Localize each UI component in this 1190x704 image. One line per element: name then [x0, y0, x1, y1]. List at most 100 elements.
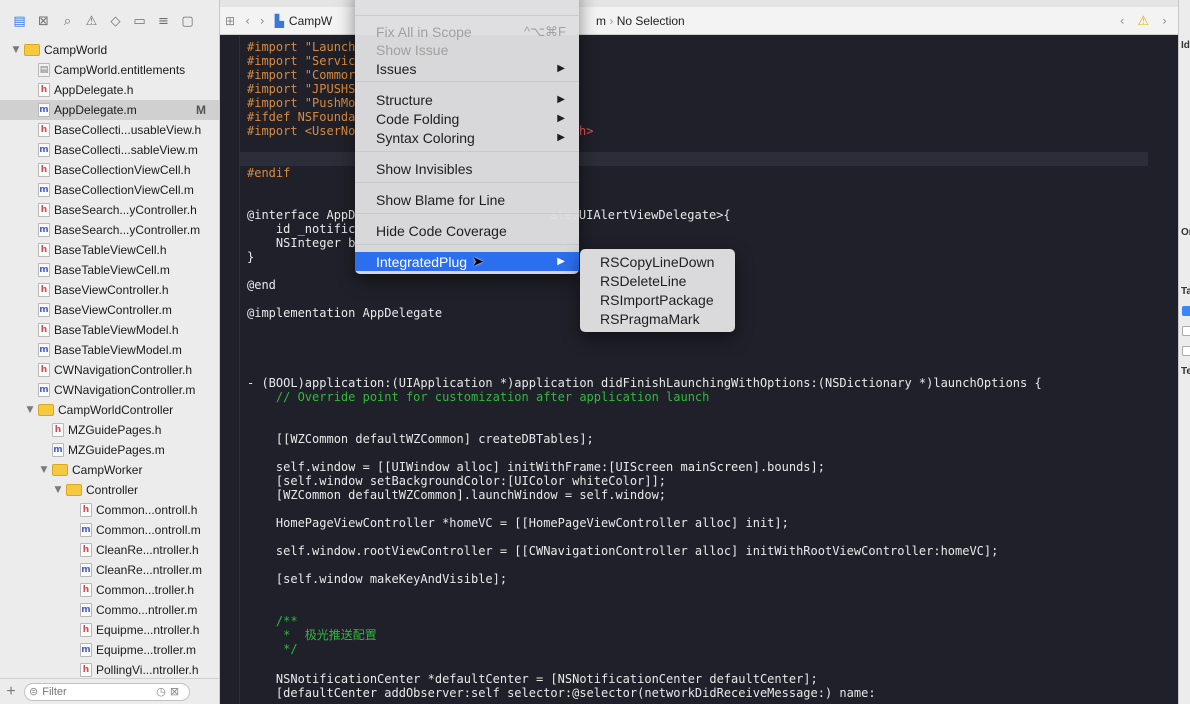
file-row[interactable]: ▼mBaseSearch...yController.m — [0, 220, 219, 240]
file-row[interactable]: ▼mBaseTableViewModel.m — [0, 340, 219, 360]
file-row[interactable]: ▼hCommon...ontroll.h — [0, 500, 219, 520]
chat-icon[interactable]: ▢ — [178, 12, 197, 31]
file-row[interactable]: ▼hCleanRe...ntroller.h — [0, 540, 219, 560]
debug-icon[interactable]: ▭ — [130, 12, 149, 31]
filter-input[interactable] — [42, 685, 153, 698]
code-line: [WZCommon defaultWZCommon].launchWindow … — [247, 488, 667, 502]
file-row[interactable]: ▼mMZGuidePages.m — [0, 440, 219, 460]
file-row[interactable]: ▼hBaseCollecti...usableView.h — [0, 120, 219, 140]
file-row[interactable]: ▼mAppDelegate.mM — [0, 100, 219, 120]
menu-item-integratedplug[interactable]: IntegratedPlug ▶ — [355, 252, 579, 271]
report-icon[interactable]: ≡ — [154, 12, 173, 31]
code-line: #import "PushMo — [247, 96, 356, 110]
menu-item-issues[interactable]: Issues ▶ — [355, 59, 579, 78]
submenu-item-rsimportpackage[interactable]: RSImportPackage — [580, 290, 735, 309]
inspector-checkbox[interactable] — [1182, 306, 1190, 316]
menu-item-label: Syntax Coloring — [376, 129, 475, 146]
file-row[interactable]: ▼mCommo...ntroller.m — [0, 600, 219, 620]
implementation-file-icon: m — [38, 263, 50, 277]
warning-icon[interactable]: ⚠ — [1138, 13, 1150, 29]
menu-item-show-blame-for-line[interactable]: Show Blame for Line — [355, 190, 579, 209]
file-row[interactable]: ▼mEquipme...troller.m — [0, 640, 219, 660]
file-row[interactable]: ▼mBaseCollectionViewCell.m — [0, 180, 219, 200]
submenu-item-rsdeleteline[interactable]: RSDeleteLine — [580, 271, 735, 290]
code-line: #import <UserNo — [247, 124, 356, 138]
file-row[interactable]: ▼hCWNavigationController.h — [0, 360, 219, 380]
file-row[interactable]: ▼mBaseTableViewCell.m — [0, 260, 219, 280]
disclosure-triangle-icon[interactable]: ▼ — [24, 405, 36, 415]
folder-row[interactable]: ▼ CampWorld — [0, 40, 219, 60]
disclosure-triangle-icon[interactable]: ▼ — [10, 45, 22, 55]
file-row[interactable]: ▼mCWNavigationController.m — [0, 380, 219, 400]
related-items-icon[interactable]: ⊞ — [220, 14, 240, 28]
filter-field[interactable]: ⊜ ◷ ⊠ — [24, 682, 190, 701]
file-label: MZGuidePages.m — [68, 443, 165, 457]
file-row[interactable]: ▼hAppDelegate.h — [0, 80, 219, 100]
file-row[interactable]: ▼hBaseTableViewCell.h — [0, 240, 219, 260]
jump-bar-file-suffix: m — [596, 13, 606, 28]
disclosure-triangle-icon[interactable]: ▼ — [38, 465, 50, 475]
submenu-item-rspragmamark[interactable]: RSPragmaMark — [580, 309, 735, 328]
folder-row[interactable]: ▼ CampWorker — [0, 460, 219, 480]
header-file-icon: h — [52, 423, 64, 437]
file-label: CleanRe...ntroller.m — [96, 563, 203, 577]
file-row[interactable]: ▼hBaseTableViewModel.h — [0, 320, 219, 340]
file-row[interactable]: ▼▤CampWorld.entitlements — [0, 60, 219, 80]
file-row[interactable]: ▼mBaseViewController.m — [0, 300, 219, 320]
file-row[interactable]: ▼mBaseCollecti...sableView.m — [0, 140, 219, 160]
submenu-item-rscopylinedown[interactable]: RSCopyLineDown — [580, 252, 735, 271]
file-row[interactable]: ▼hEquipme...ntroller.h — [0, 620, 219, 640]
menu-item-label: Fix All in Scope — [376, 23, 472, 40]
menu-item-label: Issues — [376, 60, 417, 77]
previous-issue-icon[interactable]: ‹ — [1115, 14, 1130, 28]
menu-item-syntax-coloring[interactable]: Syntax Coloring ▶ — [355, 128, 579, 147]
inspector-label: Te — [1181, 366, 1190, 377]
file-row[interactable]: ▼hCommon...troller.h — [0, 580, 219, 600]
mouse-cursor-icon: ➤ — [472, 254, 484, 270]
code-line: #import "Servic — [247, 54, 356, 68]
folder-row[interactable]: ▼ Controller — [0, 480, 219, 500]
file-row[interactable]: ▼hMZGuidePages.h — [0, 420, 219, 440]
submenu-arrow-icon: ▶ — [557, 113, 565, 124]
file-label: BaseViewController.h — [54, 283, 169, 297]
disclosure-triangle-icon[interactable]: ▼ — [52, 485, 64, 495]
inspector-label: Id — [1181, 40, 1190, 51]
recent-icon[interactable]: ◷ — [156, 685, 166, 698]
warning-icon[interactable]: ⚠ — [82, 12, 101, 31]
inspector-checkbox[interactable] — [1182, 346, 1190, 356]
next-issue-icon[interactable]: › — [1157, 14, 1172, 28]
integrated-plugins-submenu: RSCopyLineDown RSDeleteLine RSImportPackag… — [580, 249, 735, 332]
menu-separator — [355, 213, 579, 214]
source-control-icon[interactable]: ⊠ — [34, 12, 53, 31]
add-icon[interactable]: + — [4, 683, 18, 701]
code-line: NSNotificationCenter *defaultCenter = [N… — [247, 672, 818, 686]
back-icon[interactable]: ‹ — [240, 14, 255, 28]
implementation-file-icon: m — [80, 523, 92, 537]
implementation-file-icon: m — [38, 103, 50, 117]
file-row[interactable]: ▼hBaseSearch...yController.h — [0, 200, 219, 220]
file-label: BaseSearch...yController.m — [54, 223, 201, 237]
search-icon[interactable]: ⌕ — [58, 12, 77, 31]
jump-bar-file[interactable]: CampW — [289, 14, 332, 28]
code-line: [self.window makeKeyAndVisible]; — [247, 572, 508, 586]
file-row[interactable]: ▼hBaseViewController.h — [0, 280, 219, 300]
folder-icon[interactable]: ▤ — [10, 12, 29, 31]
breakpoint-icon[interactable]: ◇ — [106, 12, 125, 31]
jump-bar-selection[interactable]: m › No Selection — [596, 14, 685, 28]
menu-item-show-invisibles[interactable]: Show Invisibles — [355, 159, 579, 178]
file-row[interactable]: ▼hPollingVi...ntroller.h — [0, 660, 219, 678]
file-label: Common...ontroll.m — [96, 523, 201, 537]
menu-item-hide-code-coverage[interactable]: Hide Code Coverage — [355, 221, 579, 240]
file-row[interactable]: ▼mCommon...ontroll.m — [0, 520, 219, 540]
menu-item-structure[interactable]: Structure ▶ — [355, 90, 579, 109]
file-row[interactable]: ▼hBaseCollectionViewCell.h — [0, 160, 219, 180]
menu-item-code-folding[interactable]: Code Folding ▶ — [355, 109, 579, 128]
inspector-checkbox[interactable] — [1182, 326, 1190, 336]
forward-icon[interactable]: › — [255, 14, 270, 28]
folder-row[interactable]: ▼ CampWorldController — [0, 400, 219, 420]
file-label: CampWorld.entitlements — [54, 63, 186, 77]
file-label: CampWorldController — [58, 403, 174, 417]
scm-filter-icon[interactable]: ⊠ — [170, 685, 179, 698]
file-row[interactable]: ▼mCleanRe...ntroller.m — [0, 560, 219, 580]
file-label: CampWorld — [44, 43, 108, 57]
